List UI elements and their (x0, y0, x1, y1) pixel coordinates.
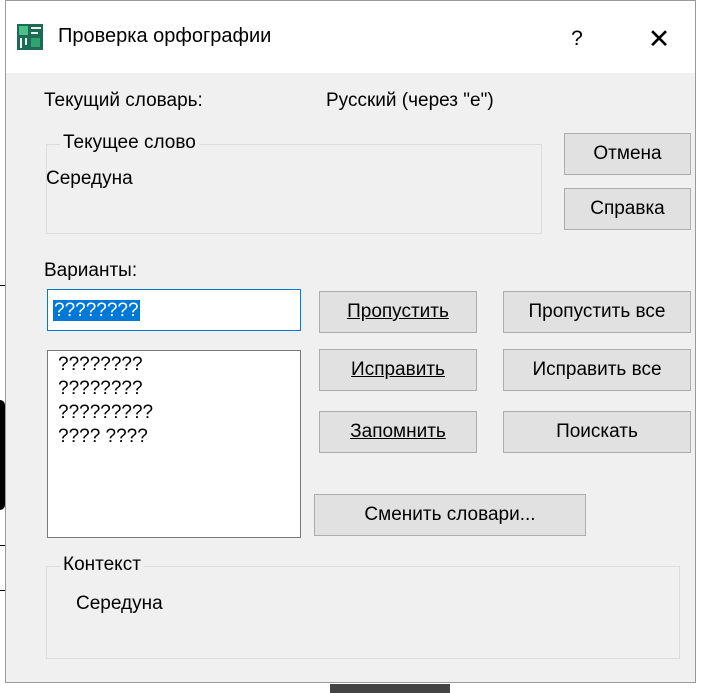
variant-input-value: ???????? (53, 300, 140, 321)
fix-all-button[interactable]: Исправить все (503, 349, 691, 391)
current-word-caption: Текущее слово (60, 132, 199, 154)
cancel-button[interactable]: Отмена (564, 133, 691, 175)
current-dictionary-value: Русский (через "е") (326, 90, 494, 111)
change-dictionaries-button[interactable]: Сменить словари... (314, 494, 586, 536)
close-icon[interactable]: ✕ (632, 17, 686, 61)
list-item[interactable]: ???????? (58, 377, 300, 401)
title-bar: Проверка орфографии ? ✕ (6, 1, 695, 73)
current-dictionary-label: Текущий словарь: (44, 90, 203, 111)
help-question-button[interactable]: ? (554, 19, 600, 59)
context-value: Середуна (76, 593, 163, 614)
variants-list[interactable]: ???????? ???????? ????????? ???? ???? (47, 350, 301, 538)
remember-button[interactable]: Запомнить (319, 411, 477, 453)
list-item[interactable]: ????????? (58, 401, 300, 425)
list-item[interactable]: ???????? (58, 353, 300, 377)
remember-button-label: Запомнить (350, 421, 446, 442)
context-caption: Контекст (60, 554, 144, 576)
skip-all-button[interactable]: Пропустить все (503, 291, 691, 333)
fix-button-label: Исправить (351, 359, 445, 380)
current-word-value: Середуна (46, 168, 133, 189)
search-button[interactable]: Поискать (503, 411, 691, 453)
fix-button[interactable]: Исправить (319, 349, 477, 391)
variant-input[interactable]: ???????? (47, 289, 301, 331)
help-button[interactable]: Справка (564, 188, 691, 230)
dialog-title: Проверка орфографии (58, 25, 272, 47)
skip-button[interactable]: Пропустить (319, 291, 477, 333)
list-item[interactable]: ???? ???? (58, 425, 300, 449)
skip-button-label: Пропустить (347, 301, 449, 322)
current-word-group: Середуна (46, 144, 542, 234)
variants-label: Варианты: (44, 260, 138, 281)
background-fragment (330, 684, 450, 693)
spell-check-dialog: Проверка орфографии ? ✕ Текущий словарь:… (5, 0, 696, 683)
app-icon (17, 24, 43, 50)
context-group: Середуна (46, 566, 680, 659)
